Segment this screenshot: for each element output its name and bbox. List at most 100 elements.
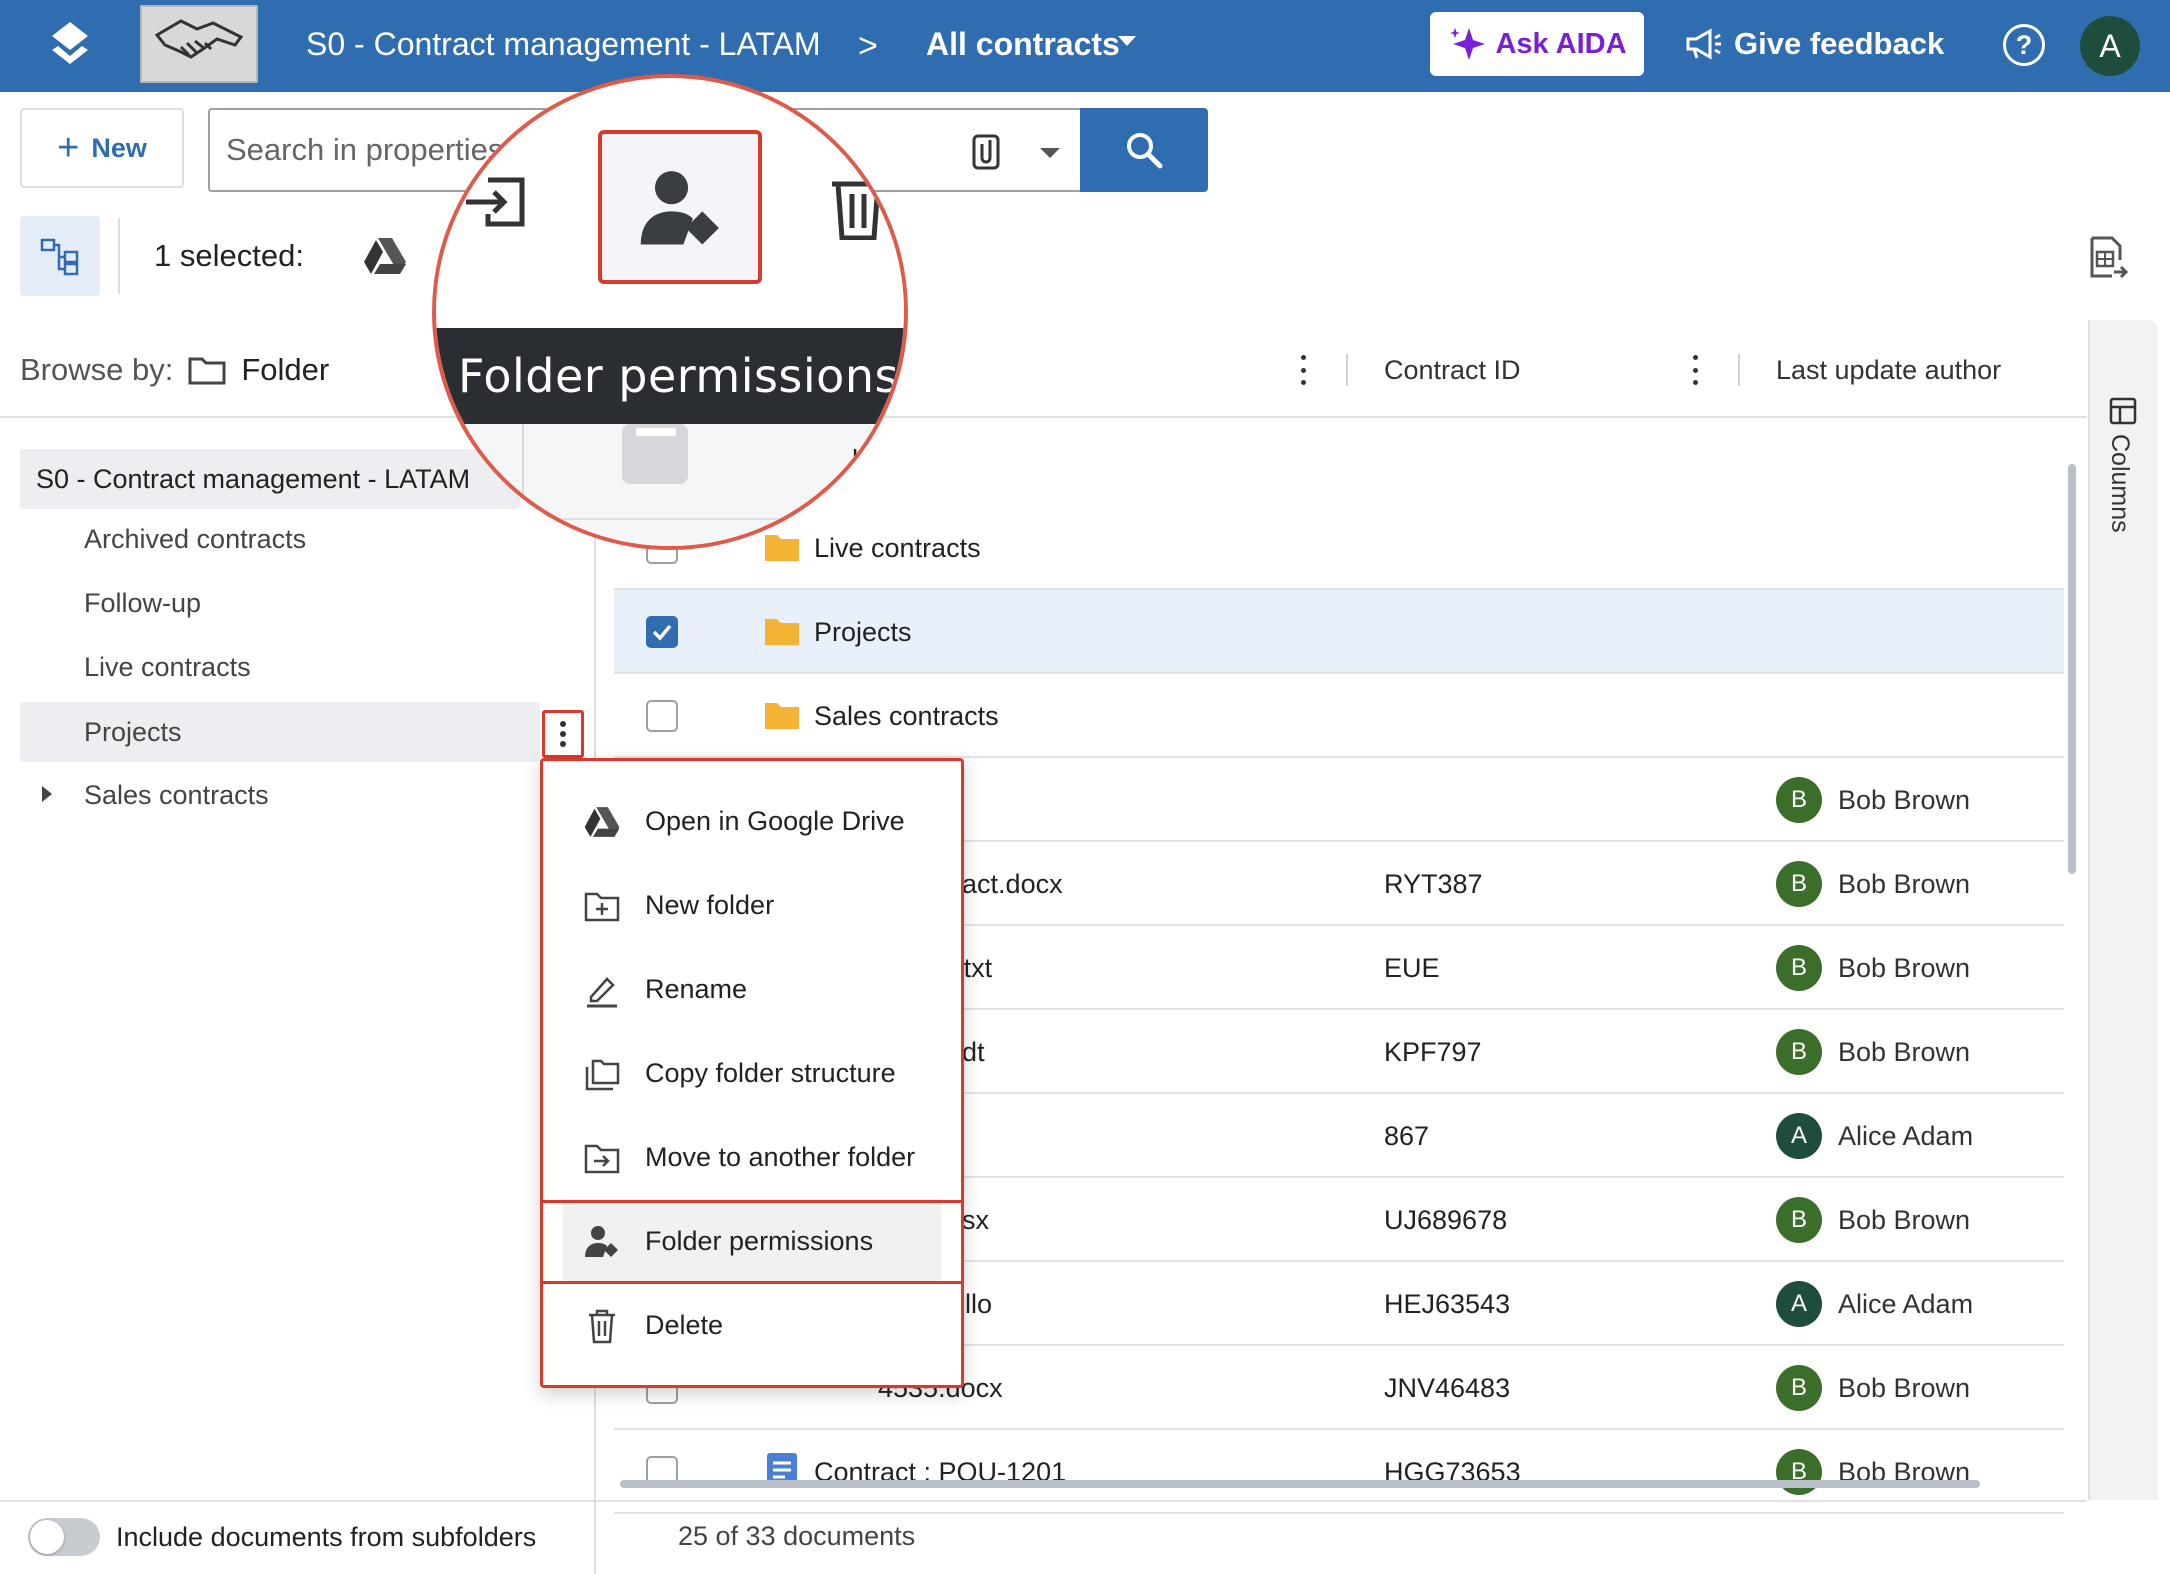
browse-by-value: Folder xyxy=(241,352,330,387)
attachment-search-icon[interactable] xyxy=(966,130,1006,174)
menu-item-open-in-google-drive[interactable]: Open in Google Drive xyxy=(543,779,961,863)
export-spreadsheet-icon[interactable] xyxy=(2086,234,2130,282)
folder-outline-icon xyxy=(188,357,226,385)
magnified-divider xyxy=(522,424,524,546)
tree-item-projects[interactable]: Projects xyxy=(84,710,182,754)
author-name: Bob Brown xyxy=(1838,868,1971,899)
document-count: 25 of 33 documents xyxy=(678,1521,916,1551)
sparkle-icon xyxy=(1450,28,1486,60)
folder-permissions-button[interactable] xyxy=(598,130,762,284)
check-icon xyxy=(652,624,672,641)
folder-permissions-icon xyxy=(640,171,719,245)
panel-footer-divider xyxy=(0,1500,596,1502)
project-thumbnail[interactable] xyxy=(140,5,258,83)
new-button-label: New xyxy=(91,132,147,163)
tree-item-archived-contracts[interactable]: Archived contracts xyxy=(84,517,306,561)
horizontal-scrollbar[interactable] xyxy=(620,1480,1980,1488)
copy-structure-icon xyxy=(585,1059,620,1091)
expand-arrow-icon[interactable] xyxy=(42,786,52,802)
row-author: B Bob Brown xyxy=(1776,1029,1971,1075)
columns-icon xyxy=(2109,397,2137,425)
menu-item-label: Delete xyxy=(645,1310,724,1340)
avatar: B xyxy=(1776,945,1822,991)
folder-tree-icon xyxy=(40,238,79,276)
vertical-scrollbar[interactable] xyxy=(2068,464,2076,874)
column-separator[interactable] xyxy=(1346,354,1348,386)
row-contract-id: EUE xyxy=(1384,953,1440,983)
column-menu-icon[interactable] xyxy=(1298,352,1308,388)
more-vertical-icon xyxy=(560,721,566,747)
avatar: A xyxy=(1776,1113,1822,1159)
avatar: B xyxy=(1776,1029,1822,1075)
ask-aida-label: Ask AIDA xyxy=(1495,27,1627,60)
browse-by-selector[interactable]: Browse by: Folder xyxy=(20,350,329,390)
menu-item-rename[interactable]: Rename xyxy=(543,947,961,1031)
help-icon[interactable]: ? xyxy=(2003,24,2045,66)
grid-footer-divider xyxy=(596,1500,2086,1502)
google-drive-icon[interactable] xyxy=(362,234,408,278)
avatar: B xyxy=(1776,861,1822,907)
row-author: B Bob Brown xyxy=(1776,1365,1971,1411)
give-feedback-label: Give feedback xyxy=(1734,26,1945,61)
author-name: Bob Brown xyxy=(1838,1036,1971,1067)
search-button[interactable] xyxy=(1080,108,1208,192)
row-author: B Bob Brown xyxy=(1776,1197,1971,1243)
author-name: Bob Brown xyxy=(1838,784,1971,815)
folder-icon xyxy=(765,619,799,645)
avatar: B xyxy=(1776,777,1822,823)
user-avatar[interactable]: A xyxy=(2080,16,2140,76)
give-feedback-button[interactable]: Give feedback xyxy=(1684,18,1944,70)
column-separator[interactable] xyxy=(1738,354,1740,386)
row-author: B Bob Brown xyxy=(1776,861,1971,907)
project-title[interactable]: S0 - Contract management - LATAM xyxy=(306,24,821,64)
selection-count: 1 selected: xyxy=(154,238,304,273)
row-checkbox[interactable] xyxy=(646,700,678,732)
rename-icon xyxy=(587,977,617,1008)
ask-aida-button[interactable]: Ask AIDA xyxy=(1430,12,1644,76)
megaphone-icon xyxy=(1686,28,1721,60)
table-row[interactable]: Sales contracts xyxy=(614,674,2064,758)
menu-item-move-to-another-folder[interactable]: Move to another folder xyxy=(543,1115,961,1199)
tooltip: Folder permissions xyxy=(436,328,904,424)
row-name[interactable]: Sales contracts xyxy=(814,696,999,736)
author-name: Bob Brown xyxy=(1838,952,1971,983)
row-author: B Bob Brown xyxy=(1776,945,1971,991)
menu-item-copy-folder-structure[interactable]: Copy folder structure xyxy=(543,1031,961,1115)
row-contract-id: RYT387 xyxy=(1384,869,1483,899)
handshake-icon xyxy=(154,19,244,59)
row-contract-id: KPF797 xyxy=(1384,1037,1482,1067)
tree-item-sales-contracts[interactable]: Sales contracts xyxy=(84,773,269,817)
author-name: Bob Brown xyxy=(1838,1372,1971,1403)
app-logo-icon[interactable] xyxy=(44,20,96,72)
row-name[interactable]: Projects xyxy=(814,612,912,652)
avatar: A xyxy=(1776,1281,1822,1327)
include-subfolders-label: Include documents from subfolders xyxy=(116,1522,537,1552)
tree-item-live-contracts[interactable]: Live contracts xyxy=(84,645,251,689)
view-selector[interactable]: All contracts xyxy=(926,24,1120,64)
folder-tree-toggle[interactable] xyxy=(20,216,100,296)
google-drive-icon xyxy=(584,807,620,837)
menu-item-label: Rename xyxy=(645,974,748,1004)
tree-item-more-button[interactable] xyxy=(542,710,584,758)
browse-by-label: Browse by: xyxy=(20,352,174,387)
avatar: B xyxy=(1776,1197,1822,1243)
row-contract-id: UJ689678 xyxy=(1384,1205,1508,1235)
column-header-contract-id[interactable]: Contract ID xyxy=(1384,352,1521,388)
menu-item-new-folder[interactable]: New folder xyxy=(543,863,961,947)
row-contract-id: 867 xyxy=(1384,1121,1430,1151)
column-header-last-update-author[interactable]: Last update author xyxy=(1776,352,2001,388)
row-checkbox-checked[interactable] xyxy=(646,616,678,648)
magnified-row-label: low-up xyxy=(852,444,904,475)
chevron-down-icon[interactable] xyxy=(1118,36,1136,46)
menu-item-label: Move to another folder xyxy=(645,1142,916,1172)
author-name: Alice Adam xyxy=(1838,1288,1974,1319)
columns-panel-label: Columns xyxy=(2106,434,2134,533)
column-menu-icon[interactable] xyxy=(1690,352,1700,388)
tree-item-follow-up[interactable]: Follow-up xyxy=(84,581,201,625)
search-options-chevron-icon[interactable] xyxy=(1040,148,1060,158)
new-button[interactable]: + New xyxy=(20,108,184,188)
table-row[interactable]: Projects xyxy=(614,590,2064,674)
menu-item-label: New folder xyxy=(645,890,775,920)
menu-item-delete[interactable]: Delete xyxy=(543,1283,961,1367)
author-name: Bob Brown xyxy=(1838,1204,1971,1235)
